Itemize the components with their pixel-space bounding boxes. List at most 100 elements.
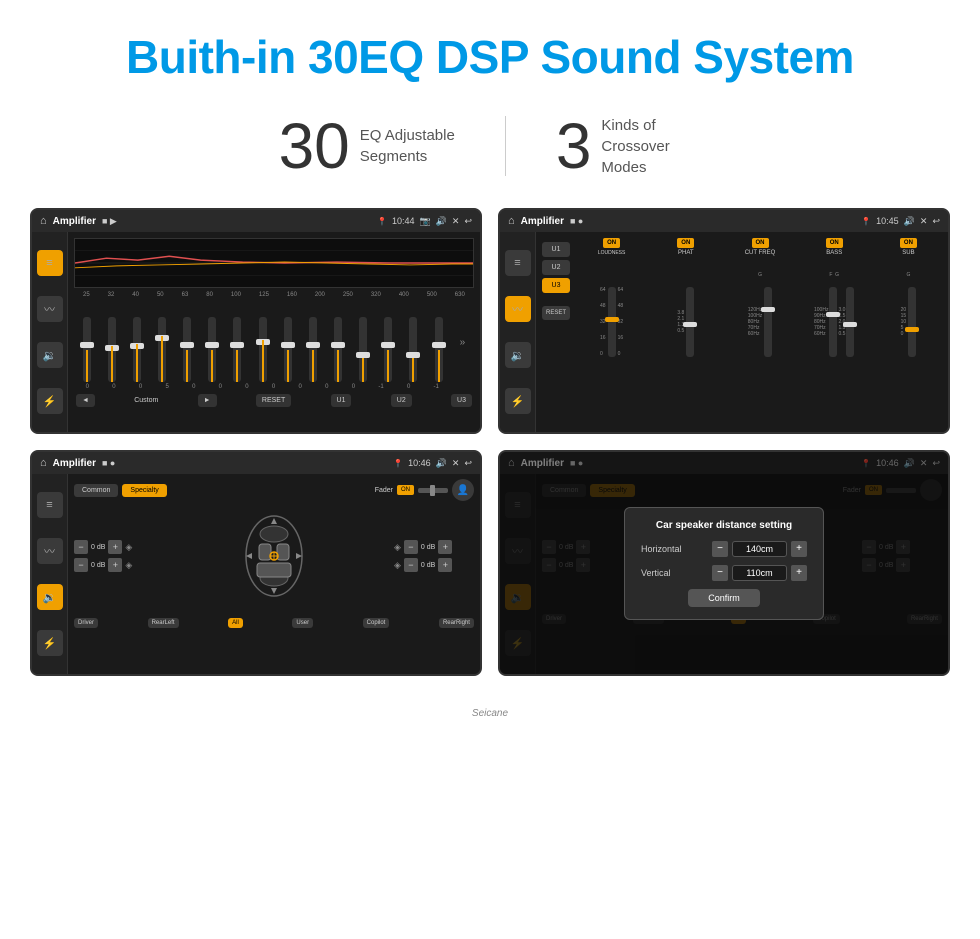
loudness-on[interactable]: ON [603,238,620,248]
crossover-main: U1 U2 U3 RESET ON LOUDNESS ON [536,232,948,432]
cross-sidebar-btn-2[interactable]: 〰 [505,296,531,322]
eq-u3-btn[interactable]: U3 [451,394,472,407]
spec-sidebar-btn-4[interactable]: ⚡ [37,630,63,656]
cutfreq-slider[interactable] [764,287,772,357]
horizontal-row: Horizontal − 140cm + [641,541,807,557]
eq-slider-10 [334,317,342,382]
driver-control: − 0 dB + ◈ [74,540,154,554]
phat-on[interactable]: ON [677,238,694,248]
vertical-plus-btn[interactable]: + [791,565,807,581]
bass-slider-f[interactable] [829,287,837,357]
screenshots-grid: ⌂ Amplifier ■ ▶ 📍 10:44 📷 🔊 ✕ ↩ ≡ 〰 [0,208,980,706]
rearright-select-btn[interactable]: RearRight [439,618,474,628]
time-specialty: 10:46 [408,458,431,468]
cross-sidebar-btn-3[interactable]: 🔉 [505,342,531,368]
cross-sidebar-btn-4[interactable]: ⚡ [505,388,531,414]
phat-slider-area: 3.82.11.30.5 [650,283,721,426]
horizontal-value-box: − 140cm + [712,541,807,557]
common-tab[interactable]: Common [74,484,118,497]
eq-u2-btn[interactable]: U2 [391,394,412,407]
bass-slider-g[interactable] [846,287,854,357]
rearleft-db: 0 dB [91,562,105,569]
user-select-btn[interactable]: User [292,618,313,628]
driver-minus-btn[interactable]: − [74,540,88,554]
bass-on[interactable]: ON [826,238,843,248]
rearleft-plus-btn[interactable]: + [108,558,122,572]
eq-next-btn[interactable]: ► [198,394,217,407]
time-crossover: 10:45 [876,216,899,226]
driver-select-btn[interactable]: Driver [74,618,98,628]
horizontal-plus-btn[interactable]: + [791,541,807,557]
copilot-speaker-icon: ◈ [394,542,401,553]
copilot-minus-btn[interactable]: − [404,540,418,554]
rearleft-minus-btn[interactable]: − [74,558,88,572]
cross-sidebar-btn-1[interactable]: ≡ [505,250,531,276]
spec-sidebar-btn-2[interactable]: 〰 [37,538,63,564]
eq-reset-btn[interactable]: RESET [256,394,291,407]
rearright-plus-btn[interactable]: + [438,558,452,572]
eq-sidebar-btn-4[interactable]: ⚡ [37,388,63,414]
eq-slider-1 [108,317,116,382]
preset-u3[interactable]: U3 [542,278,570,293]
horizontal-minus-btn[interactable]: − [712,541,728,557]
stat-crossover-label: Kinds ofCrossover Modes [601,115,701,178]
fader-slider[interactable] [418,488,448,493]
crossover-presets: U1 U2 U3 RESET [540,238,572,426]
screen-specialty: ⌂ Amplifier ■ ● 📍 10:46 🔊 ✕ ↩ ≡ 〰 [30,450,482,676]
home-icon-3[interactable]: ⌂ [40,457,47,469]
crossover-reset-btn[interactable]: RESET [542,306,570,320]
confirm-button[interactable]: Confirm [688,589,760,607]
phat-slider[interactable] [686,287,694,357]
preset-u1[interactable]: U1 [542,242,570,257]
eq-sidebar-btn-3[interactable]: 🔉 [37,342,63,368]
eq-sidebar-btn-1[interactable]: ≡ [37,250,63,276]
cutfreq-on[interactable]: ON [752,238,769,248]
ch-sub: ON SUB [873,238,944,259]
user-icon[interactable]: 👤 [452,479,474,501]
cutfreq-scale: 120Hz100Hz80Hz70Hz60Hz [748,307,762,337]
rearright-db: 0 dB [421,562,435,569]
eq-slider-12 [384,317,392,382]
driver-db: 0 dB [91,544,105,551]
vertical-minus-btn[interactable]: − [712,565,728,581]
copilot-select-btn[interactable]: Copilot [363,618,390,628]
car-diagram-area [158,506,390,606]
fader-on-indicator: ON [397,485,414,495]
cutfreq-label: CUT FREQ [745,250,776,256]
eq-slider-11 [359,317,367,382]
sub-slider[interactable] [908,287,916,357]
specialty-content-wrap: ≡ 〰 🔉 ⚡ Common Specialty [32,474,480,674]
camera-icon: 📷 [419,216,430,227]
eq-prev-btn[interactable]: ◄ [76,394,95,407]
more-icon[interactable]: » [460,337,466,348]
sub-on[interactable]: ON [900,238,917,248]
stats-row: 30 EQ AdjustableSegments 3 Kinds ofCross… [0,104,980,208]
specialty-tab[interactable]: Specialty [122,484,166,497]
spec-sidebar-btn-3[interactable]: 🔉 [37,584,63,610]
spec-sidebar-btn-1[interactable]: ≡ [37,492,63,518]
status-bar-eq: ⌂ Amplifier ■ ▶ 📍 10:44 📷 🔊 ✕ ↩ [32,210,480,232]
copilot-plus-btn[interactable]: + [438,540,452,554]
home-icon[interactable]: ⌂ [40,215,47,227]
driver-plus-btn[interactable]: + [108,540,122,554]
all-select-btn[interactable]: All [228,618,243,628]
right-speaker-controls: ◈ − 0 dB + ◈ − 0 dB + [394,540,474,572]
status-bar-crossover: ⌂ Amplifier ■ ● 📍 10:45 🔊 ✕ ↩ [500,210,948,232]
loudness-slider[interactable] [608,287,616,357]
rearleft-select-btn[interactable]: RearLeft [148,618,179,628]
eq-sidebar-btn-2[interactable]: 〰 [37,296,63,322]
screen-dialog: ⌂ Amplifier ■ ● 📍 10:46 🔊 ✕ ↩ ≡ 〰 🔉 ⚡ [498,450,950,676]
record-icon: ■ ● [570,216,583,226]
specialty-main: Common Specialty Fader ON 👤 [68,474,480,674]
sub-slider-area: 20151050 [873,283,944,426]
specialty-sidebar: ≡ 〰 🔉 ⚡ [32,474,68,674]
time-eq: 10:44 [392,216,415,226]
eq-u1-btn[interactable]: U1 [331,394,352,407]
vertical-label: Vertical [641,568,671,578]
eq-values-row: 000 500 000 00-1 0-1 [74,384,474,390]
home-icon-2[interactable]: ⌂ [508,215,515,227]
preset-u2[interactable]: U2 [542,260,570,275]
rearright-minus-btn[interactable]: − [404,558,418,572]
car-diagram-svg [234,506,314,606]
eq-icon-2: ≡ [514,257,520,269]
